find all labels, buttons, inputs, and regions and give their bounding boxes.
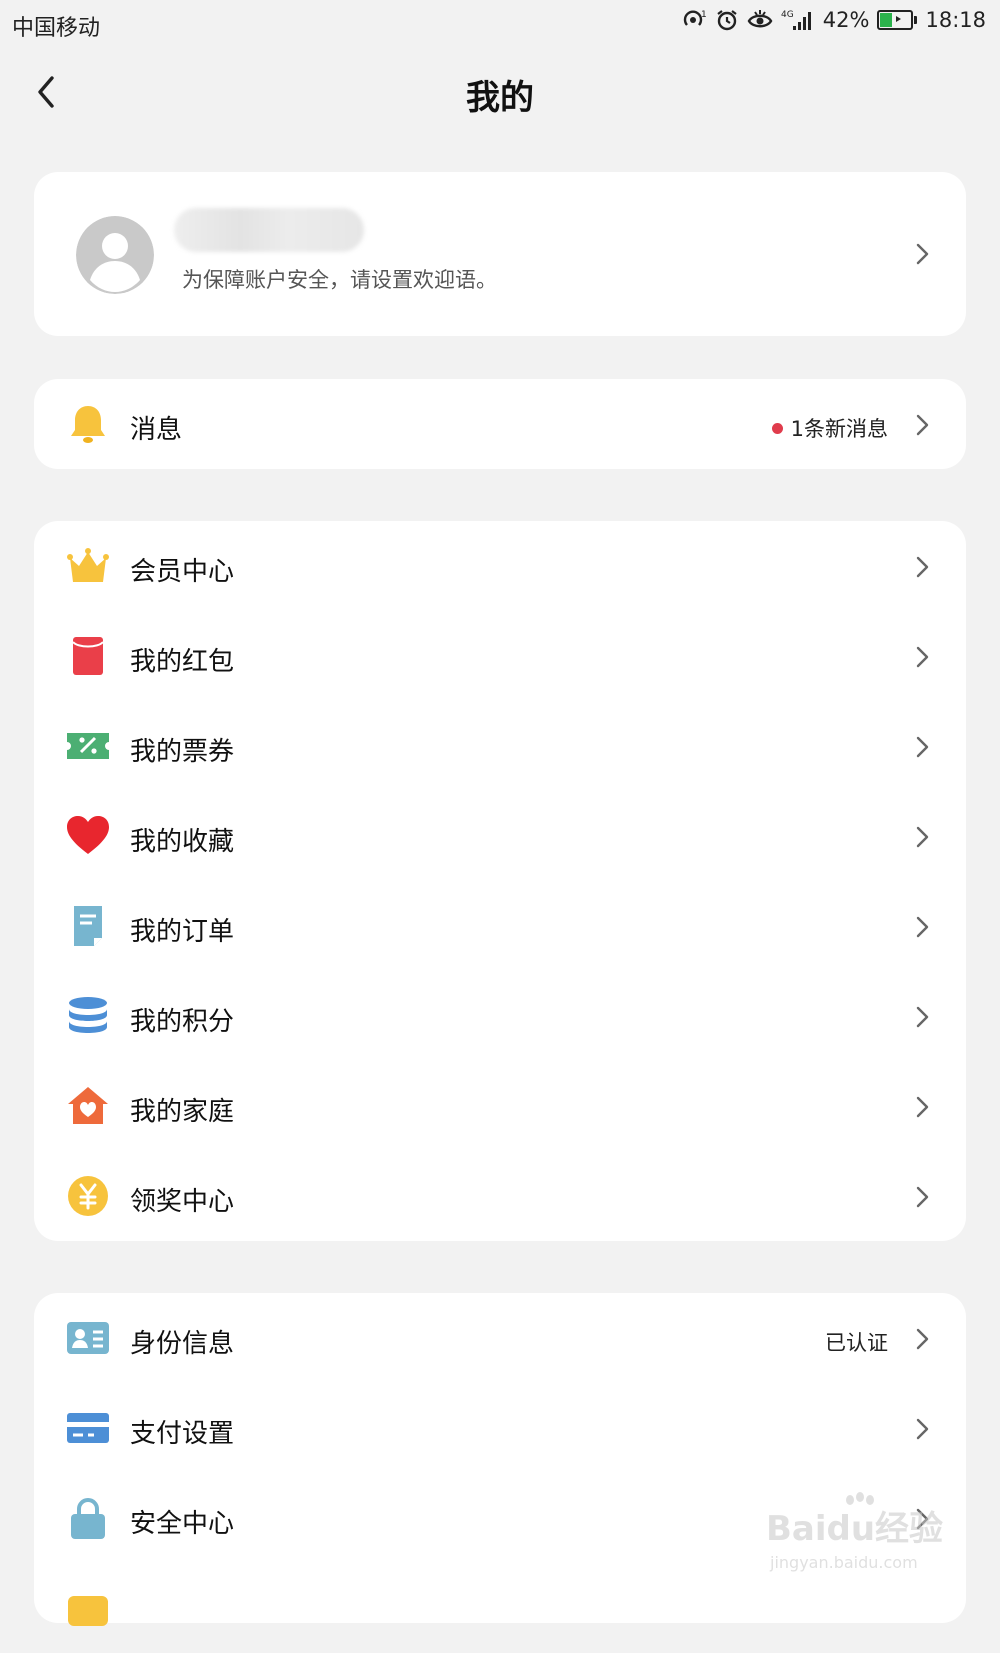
- status-icons: 1 4G 42% 18:18: [681, 8, 986, 32]
- watermark-url: jingyan.baidu.com: [769, 1553, 918, 1572]
- hotspot-icon: 1: [683, 10, 707, 26]
- chevron-right-icon: [916, 826, 929, 848]
- menu-item-label: 我的红包: [130, 647, 235, 677]
- settings-item-label: 安全中心: [130, 1509, 235, 1539]
- battery-percent: 42%: [822, 8, 870, 32]
- watermark-text: Baidu经验: [766, 1509, 943, 1549]
- heart-icon: [66, 814, 110, 858]
- baidu-jingyan-watermark: Baidu经验 jingyan.baidu.com: [766, 1490, 946, 1574]
- profile-hint: 为保障账户安全，请设置欢迎语。: [182, 268, 497, 292]
- services-card: 会员中心 我的红包 我的票券 我的收藏 我的订单 我的积分 我的家庭 领奖中心: [34, 521, 966, 1241]
- message-badge: 1条新消息: [771, 413, 888, 443]
- svg-text:1: 1: [701, 10, 707, 20]
- carrier-name: 中国移动: [12, 16, 101, 41]
- settings-item-partial[interactable]: [34, 1563, 966, 1653]
- menu-item-orders[interactable]: 我的订单: [34, 881, 966, 971]
- crown-icon: [66, 544, 110, 588]
- order-document-icon: [66, 904, 110, 948]
- menu-item-label: 我的收藏: [130, 827, 235, 857]
- settings-item-identity[interactable]: 身份信息 已认证: [34, 1293, 966, 1383]
- menu-item-family[interactable]: 我的家庭: [34, 1061, 966, 1151]
- chevron-right-icon: [916, 736, 929, 758]
- battery-icon: [877, 10, 918, 30]
- menu-item-label: 会员中心: [130, 557, 235, 587]
- chevron-right-icon: [916, 243, 929, 265]
- menu-item-label: 我的订单: [130, 917, 235, 947]
- signal-4g-icon: 4G: [781, 10, 811, 30]
- lock-icon: [66, 1496, 110, 1540]
- red-envelope-icon: [66, 634, 110, 678]
- chevron-right-icon: [916, 1096, 929, 1118]
- id-card-icon: [66, 1316, 110, 1360]
- avatar: [76, 216, 154, 294]
- chevron-right-icon: [916, 1418, 929, 1440]
- coupon-icon: [66, 724, 110, 768]
- partial-yellow-icon: [66, 1586, 110, 1630]
- chevron-right-icon: [916, 916, 929, 938]
- page-title: 我的: [466, 78, 534, 118]
- yuan-coin-icon: [66, 1174, 110, 1218]
- chevron-right-icon: [916, 556, 929, 578]
- chevron-right-icon: [916, 1006, 929, 1028]
- unread-dot: [771, 422, 783, 434]
- network-type: 4G: [781, 10, 794, 20]
- chevron-right-icon: [916, 1186, 929, 1208]
- alarm-icon: [717, 10, 737, 31]
- menu-item-coupons[interactable]: 我的票券: [34, 701, 966, 791]
- menu-item-prize-center[interactable]: 领奖中心: [34, 1151, 966, 1241]
- eye-comfort-icon: [747, 10, 773, 28]
- header: 我的: [0, 52, 1000, 132]
- bank-card-icon: [66, 1406, 110, 1450]
- message-card: 消息 1条新消息: [34, 379, 966, 469]
- settings-item-label: 支付设置: [130, 1419, 235, 1449]
- chevron-right-icon: [916, 646, 929, 668]
- menu-item-points[interactable]: 我的积分: [34, 971, 966, 1061]
- verified-status: 已认证: [825, 1331, 888, 1355]
- settings-item-payment[interactable]: 支付设置: [34, 1383, 966, 1473]
- chevron-right-icon: [916, 414, 929, 436]
- message-count-text: 1条新消息: [790, 417, 888, 441]
- default-avatar-icon: [76, 216, 154, 294]
- menu-item-label: 领奖中心: [130, 1187, 235, 1217]
- username-blurred: [174, 208, 364, 252]
- menu-item-label: 我的积分: [130, 1007, 235, 1037]
- menu-item-favorites[interactable]: 我的收藏: [34, 791, 966, 881]
- menu-item-label: 我的家庭: [130, 1097, 235, 1127]
- bell-icon: [66, 402, 110, 446]
- clock-time: 18:18: [925, 8, 986, 32]
- home-heart-icon: [66, 1084, 110, 1128]
- menu-item-red-envelope[interactable]: 我的红包: [34, 611, 966, 701]
- message-label: 消息: [130, 415, 183, 445]
- points-stack-icon: [66, 994, 110, 1038]
- message-row[interactable]: 消息 1条新消息: [34, 379, 966, 469]
- menu-item-label: 我的票券: [130, 737, 235, 767]
- settings-item-label: 身份信息: [130, 1329, 235, 1359]
- profile-card[interactable]: 为保障账户安全，请设置欢迎语。: [34, 172, 966, 336]
- chevron-right-icon: [916, 1328, 929, 1350]
- status-bar: 中国移动 1 4G 42% 18:18: [0, 0, 1000, 46]
- menu-item-member-center[interactable]: 会员中心: [34, 521, 966, 611]
